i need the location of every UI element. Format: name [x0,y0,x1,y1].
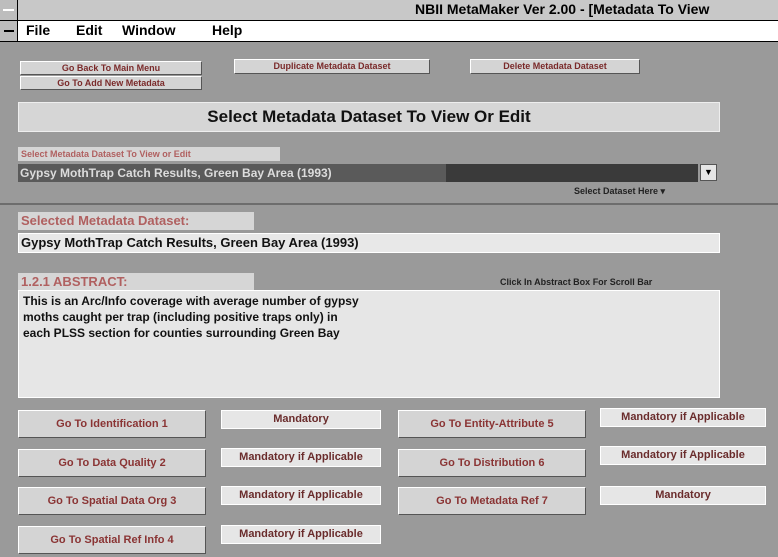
minus-icon [3,9,14,11]
menu-window[interactable]: Window [122,22,176,38]
goto-spatial-data-org-button[interactable]: Go To Spatial Data Org 3 [18,487,206,515]
select-dataset-label: Select Metadata Dataset To View or Edit [18,147,280,161]
status-badge: Mandatory if Applicable [221,486,381,505]
back-to-main-menu-button[interactable]: Go Back To Main Menu [20,61,202,75]
abstract-label: 1.2.1 ABSTRACT: [18,273,254,290]
chevron-down-icon[interactable]: ▼ [700,164,717,181]
dataset-select[interactable]: Gypsy MothTrap Catch Results, Green Bay … [18,164,698,182]
add-new-metadata-button[interactable]: Go To Add New Metadata [20,76,202,90]
document-menu-button[interactable] [0,21,18,41]
menu-file[interactable]: File [26,22,50,38]
status-badge: Mandatory [221,410,381,429]
selected-dataset-label: Selected Metadata Dataset: [18,212,254,230]
status-badge: Mandatory [600,486,766,505]
goto-distribution-button[interactable]: Go To Distribution 6 [398,449,586,477]
duplicate-dataset-button[interactable]: Duplicate Metadata Dataset [234,59,430,74]
status-badge: Mandatory if Applicable [221,448,381,467]
abstract-hint: Click In Abstract Box For Scroll Bar [500,277,653,287]
selected-dataset-field: Gypsy MothTrap Catch Results, Green Bay … [18,233,720,253]
goto-identification-button[interactable]: Go To Identification 1 [18,410,206,438]
window-title: NBII MetaMaker Ver 2.00 - [Metadata To V… [415,1,710,17]
delete-dataset-button[interactable]: Delete Metadata Dataset [470,59,640,74]
select-dataset-hint: Select Dataset Here ▾ [574,186,666,196]
goto-metadata-ref-button[interactable]: Go To Metadata Ref 7 [398,487,586,515]
menu-edit[interactable]: Edit [76,22,102,38]
status-badge: Mandatory if Applicable [600,408,766,427]
minus-icon [4,30,14,32]
goto-data-quality-button[interactable]: Go To Data Quality 2 [18,449,206,477]
dataset-select-value: Gypsy MothTrap Catch Results, Green Bay … [18,164,446,182]
goto-spatial-ref-info-button[interactable]: Go To Spatial Ref Info 4 [18,526,206,554]
metamaker-window: NBII MetaMaker Ver 2.00 - [Metadata To V… [0,0,778,557]
divider [0,203,778,205]
system-menu-button[interactable] [0,0,18,20]
status-badge: Mandatory if Applicable [221,525,381,544]
menu-bar: File Edit Window Help [0,21,778,42]
abstract-textbox[interactable]: This is an Arc/Info coverage with averag… [18,290,720,398]
status-badge: Mandatory if Applicable [600,446,766,465]
title-bar: NBII MetaMaker Ver 2.00 - [Metadata To V… [0,0,778,21]
menu-help[interactable]: Help [212,22,242,38]
page-title: Select Metadata Dataset To View Or Edit [18,102,720,132]
goto-entity-attribute-button[interactable]: Go To Entity-Attribute 5 [398,410,586,438]
